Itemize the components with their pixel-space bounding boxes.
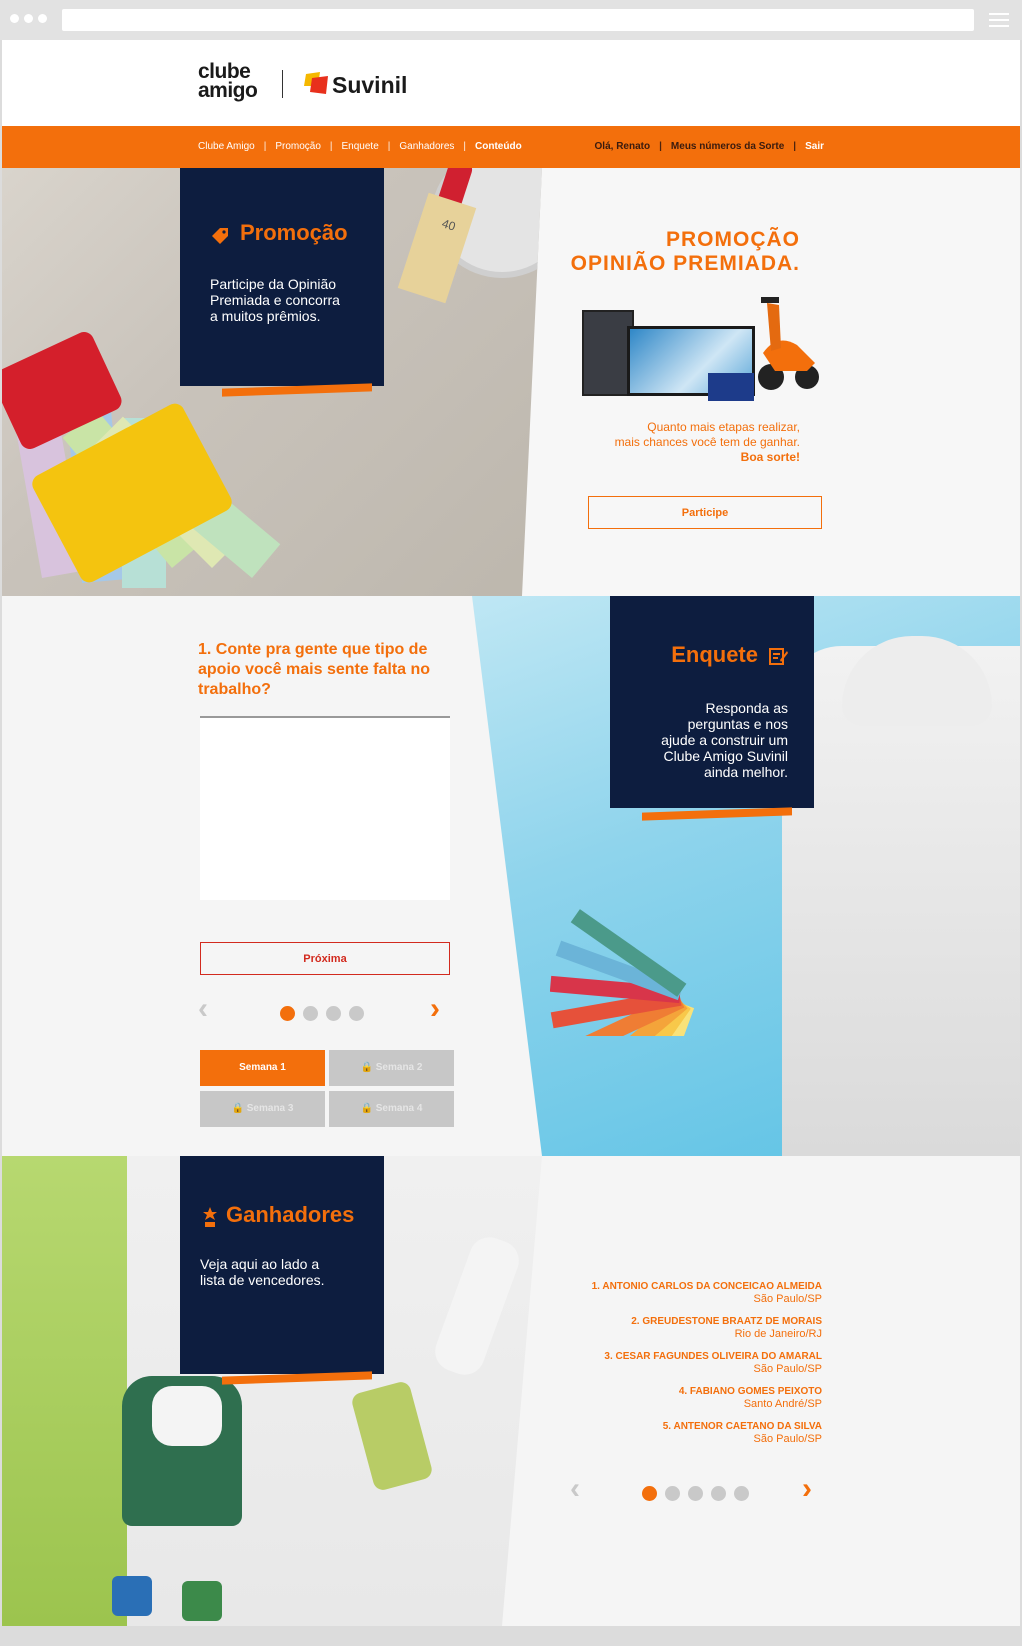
lock-icon: 🔒 — [360, 1103, 373, 1114]
prev-arrow-icon[interactable]: ‹ — [198, 992, 208, 1026]
list-item: 5. ANTENOR CAETANO DA SILVA São Paulo/SP — [662, 1421, 822, 1445]
pager-dot[interactable] — [688, 1486, 703, 1501]
pager-dot[interactable] — [711, 1486, 726, 1501]
week-3-tab[interactable]: 🔒 Semana 3 — [200, 1091, 325, 1127]
survey-question: 1. Conte pra gente que tipo de apoio voc… — [198, 641, 431, 698]
nav-logout[interactable]: Sair — [805, 141, 824, 152]
note-icon — [769, 648, 788, 665]
nav-enquete[interactable]: Enquete — [342, 141, 379, 152]
browser-bottom — [0, 1626, 1022, 1646]
browser-frame: clube amigo Suvinil Clube Amigo | Promoçã… — [0, 0, 1022, 1646]
window-dots — [10, 14, 47, 23]
ganhadores-card: Ganhadores Veja aqui ao lado a lista de … — [180, 1156, 384, 1374]
nav-conteudo[interactable]: Conteúdo — [475, 141, 522, 152]
week-2-tab[interactable]: 🔒 Semana 2 — [329, 1050, 454, 1086]
answer-input[interactable] — [200, 716, 450, 900]
tag-icon — [212, 228, 228, 244]
clube-amigo-logo[interactable]: clube amigo — [198, 61, 258, 102]
color-fan — [550, 909, 695, 1036]
ganhadores-title: Ganhadores — [226, 1202, 355, 1227]
promocao-card: Promoção Participe da Opinião Premiada e… — [180, 168, 384, 386]
nav-clube-amigo[interactable]: Clube Amigo — [198, 141, 255, 152]
logo-line-2: amigo — [198, 79, 258, 102]
nav-greeting[interactable]: Olá, Renato — [595, 141, 651, 152]
winners-pager — [642, 1486, 749, 1501]
pager-dot[interactable] — [665, 1486, 680, 1501]
logo-divider — [282, 70, 283, 98]
nav-promocao[interactable]: Promoção — [275, 141, 321, 152]
pager-dot[interactable] — [349, 1006, 364, 1021]
nav-left: Clube Amigo | Promoção | Enquete | Ganhador… — [198, 141, 522, 152]
promocao-section: 40 Promoção Participe da Opinião Premiad… — [2, 168, 1020, 596]
suvinil-logo[interactable]: Suvinil — [332, 72, 407, 99]
prize-phones — [708, 373, 754, 401]
participe-button[interactable]: Participe — [588, 496, 822, 529]
main-nav: Clube Amigo | Promoção | Enquete | Ganhador… — [2, 126, 1020, 168]
week-4-tab[interactable]: 🔒 Semana 4 — [329, 1091, 454, 1127]
list-item: 3. CESAR FAGUNDES OLIVEIRA DO AMARAL São… — [604, 1351, 822, 1375]
address-bar[interactable] — [62, 9, 974, 31]
nav-ganhadores[interactable]: Ganhadores — [399, 141, 454, 152]
page: clube amigo Suvinil Clube Amigo | Promoçã… — [2, 40, 1020, 1626]
enquete-card-text: Responda as perguntas e nos ajude a cons… — [661, 700, 788, 780]
list-item: 2. GREUDESTONE BRAATZ DE MORAIS Rio de J… — [631, 1316, 822, 1340]
prize-scooter — [758, 297, 819, 390]
promo-subtext: Quanto mais etapas realizar, mais chance… — [614, 420, 800, 464]
winners-list: 1. ANTONIO CARLOS DA CONCEICAO ALMEIDA S… — [592, 1280, 822, 1455]
enquete-card: Enquete Responda as perguntas e nos ajud… — [610, 596, 814, 808]
menu-icon[interactable] — [989, 13, 1009, 27]
promocao-title: Promoção — [240, 220, 348, 245]
lock-icon: 🔒 — [360, 1062, 373, 1073]
survey-pager — [280, 1006, 364, 1021]
ganhadores-card-text: Veja aqui ao lado a lista de vencedores. — [200, 1256, 325, 1288]
enquete-title: Enquete — [671, 642, 758, 667]
browser-chrome — [0, 0, 1022, 40]
lock-icon: 🔒 — [231, 1103, 244, 1114]
pager-dot[interactable] — [642, 1486, 657, 1501]
nav-right: Olá, Renato | Meus números da Sorte | Sair — [594, 141, 824, 152]
pager-dot[interactable] — [280, 1006, 295, 1021]
pager-dot[interactable] — [303, 1006, 318, 1021]
next-arrow-icon[interactable]: › — [430, 992, 440, 1026]
ganhadores-section: Ganhadores Veja aqui ao lado a lista de … — [2, 1156, 1020, 1626]
winners-next-arrow-icon[interactable]: › — [802, 1472, 812, 1506]
winners-prev-arrow-icon[interactable]: ‹ — [570, 1472, 580, 1506]
nav-lucky-numbers[interactable]: Meus números da Sorte — [671, 141, 784, 152]
week-1-tab[interactable]: Semana 1 — [200, 1050, 325, 1086]
promocao-card-text: Participe da Opinião Premiada e concorra… — [210, 276, 340, 324]
pager-dot[interactable] — [734, 1486, 749, 1501]
suvinil-mark-icon — [304, 72, 328, 94]
proxima-button[interactable]: Próxima — [200, 942, 450, 975]
trophy-icon — [203, 1207, 217, 1227]
list-item: 1. ANTONIO CARLOS DA CONCEICAO ALMEIDA S… — [591, 1281, 822, 1305]
pager-dot[interactable] — [326, 1006, 341, 1021]
list-item: 4. FABIANO GOMES PEIXOTO Santo André/SP — [678, 1386, 822, 1410]
site-header: clube amigo Suvinil — [2, 40, 1020, 126]
promo-headline: PROMOÇÃO OPINIÃO PREMIADA. — [570, 228, 800, 275]
enquete-section: 1. Conte pra gente que tipo de apoio voc… — [2, 596, 1020, 1156]
